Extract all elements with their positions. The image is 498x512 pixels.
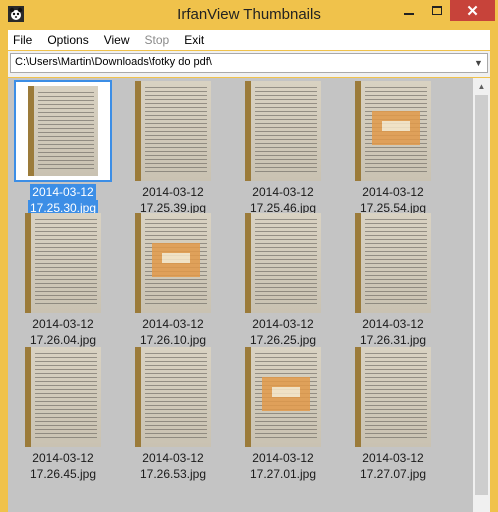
path-bar: C:\Users\Martin\Downloads\fotky do pdf\ … [8,51,490,77]
thumbnail-frame[interactable] [344,212,442,314]
folder-path-value[interactable]: C:\Users\Martin\Downloads\fotky do pdf\ [15,56,212,68]
thumbnail-frame[interactable] [344,346,442,448]
thumbnail-caption[interactable]: 2014-03-12 17.27.01.jpg [228,450,338,482]
thumbnail-image[interactable] [135,213,211,313]
thumbnail-image[interactable] [245,347,321,447]
thumbnail-date: 2014-03-12 [362,451,424,465]
thumbnail-date: 2014-03-12 [252,317,314,331]
thumbnail-date: 2014-03-12 [142,451,204,465]
menu-stop[interactable]: Stop [140,30,175,50]
page-text-lines [365,353,427,441]
page-figure [262,377,310,411]
menu-exit[interactable]: Exit [179,30,209,50]
thumbnail-frame[interactable] [14,80,112,182]
page-text-lines [365,219,427,307]
thumbnail-area[interactable]: 2014-03-12 17.25.30.jpg 2014-03-12 17.25.39… [8,78,490,512]
page-text-lines [35,353,97,441]
dropdown-arrow-icon[interactable]: ▼ [470,54,487,72]
thumbnail-date: 2014-03-12 [142,317,204,331]
thumbnail-caption[interactable]: 2014-03-12 17.26.45.jpg [8,450,118,482]
thumbnail-caption[interactable]: 2014-03-12 17.26.04.jpg [8,316,118,348]
page-text-lines [38,92,94,170]
thumbnail-image[interactable] [245,213,321,313]
page-figure [372,111,420,145]
thumbnail-grid: 2014-03-12 17.25.30.jpg 2014-03-12 17.25.39… [8,78,473,512]
menu-file[interactable]: File [8,30,37,50]
menu-options[interactable]: Options [42,30,93,50]
thumbnail-caption[interactable]: 2014-03-12 17.27.07.jpg [338,450,448,482]
folder-path-combobox[interactable]: C:\Users\Martin\Downloads\fotky do pdf\ … [10,53,488,73]
page-text-lines [145,353,207,441]
thumbnail-frame[interactable] [234,212,332,314]
thumbnail-date: 2014-03-12 [362,317,424,331]
thumbnail-frame[interactable] [14,346,112,448]
thumbnail-image[interactable] [355,347,431,447]
thumbnail-caption[interactable]: 2014-03-12 17.26.10.jpg [118,316,228,348]
thumbnail-date: 2014-03-12 [142,185,204,199]
thumbnail-frame[interactable] [124,212,222,314]
thumbnail-filename: 17.26.53.jpg [139,467,207,481]
thumbnail-date: 2014-03-12 [252,185,314,199]
thumbnail-filename: 17.27.07.jpg [359,467,427,481]
thumbnail-date: 2014-03-12 [252,451,314,465]
page-text-lines [255,219,317,307]
vertical-scrollbar[interactable]: ▲ [473,78,490,512]
thumbnail-image[interactable] [135,347,211,447]
page-figure [152,243,200,277]
thumbnail-image[interactable] [135,81,211,181]
thumbnail-image[interactable] [355,213,431,313]
page-text-lines [255,87,317,175]
menu-view[interactable]: View [99,30,135,50]
thumbnail-image[interactable] [355,81,431,181]
thumbnail-image[interactable] [28,86,98,176]
thumbnail-frame[interactable] [234,80,332,182]
scrollbar-thumb[interactable] [475,95,488,495]
page-text-lines [145,87,207,175]
scroll-up-icon[interactable]: ▲ [473,78,490,95]
thumbnail-date: 2014-03-12 [32,317,94,331]
thumbnail-frame[interactable] [124,80,222,182]
close-icon[interactable]: ✕ [450,0,495,21]
thumbnail-date: 2014-03-12 [32,451,94,465]
maximize-icon[interactable] [424,0,450,21]
thumbnail-image[interactable] [245,81,321,181]
thumbnail-filename: 17.27.01.jpg [249,467,317,481]
title-bar[interactable]: IrfanView Thumbnails ✕ [0,0,498,28]
thumbnail-date: 2014-03-12 [30,184,96,200]
thumbnail-caption[interactable]: 2014-03-12 17.26.53.jpg [118,450,228,482]
thumbnail-frame[interactable] [14,212,112,314]
thumbnail-image[interactable] [25,347,101,447]
thumbnail-frame[interactable] [344,80,442,182]
page-text-lines [35,219,97,307]
irfanview-thumbnails-window: IrfanView Thumbnails ✕ File Options View… [0,0,498,512]
thumbnail-caption[interactable]: 2014-03-12 17.26.25.jpg [228,316,338,348]
thumbnail-filename: 17.26.45.jpg [29,467,97,481]
thumbnail-date: 2014-03-12 [362,185,424,199]
menu-bar: File Options View Stop Exit [8,30,490,50]
minimize-icon[interactable] [396,0,422,21]
thumbnail-frame[interactable] [234,346,332,448]
thumbnail-caption[interactable]: 2014-03-12 17.26.31.jpg [338,316,448,348]
thumbnail-frame[interactable] [124,346,222,448]
thumbnail-image[interactable] [25,213,101,313]
